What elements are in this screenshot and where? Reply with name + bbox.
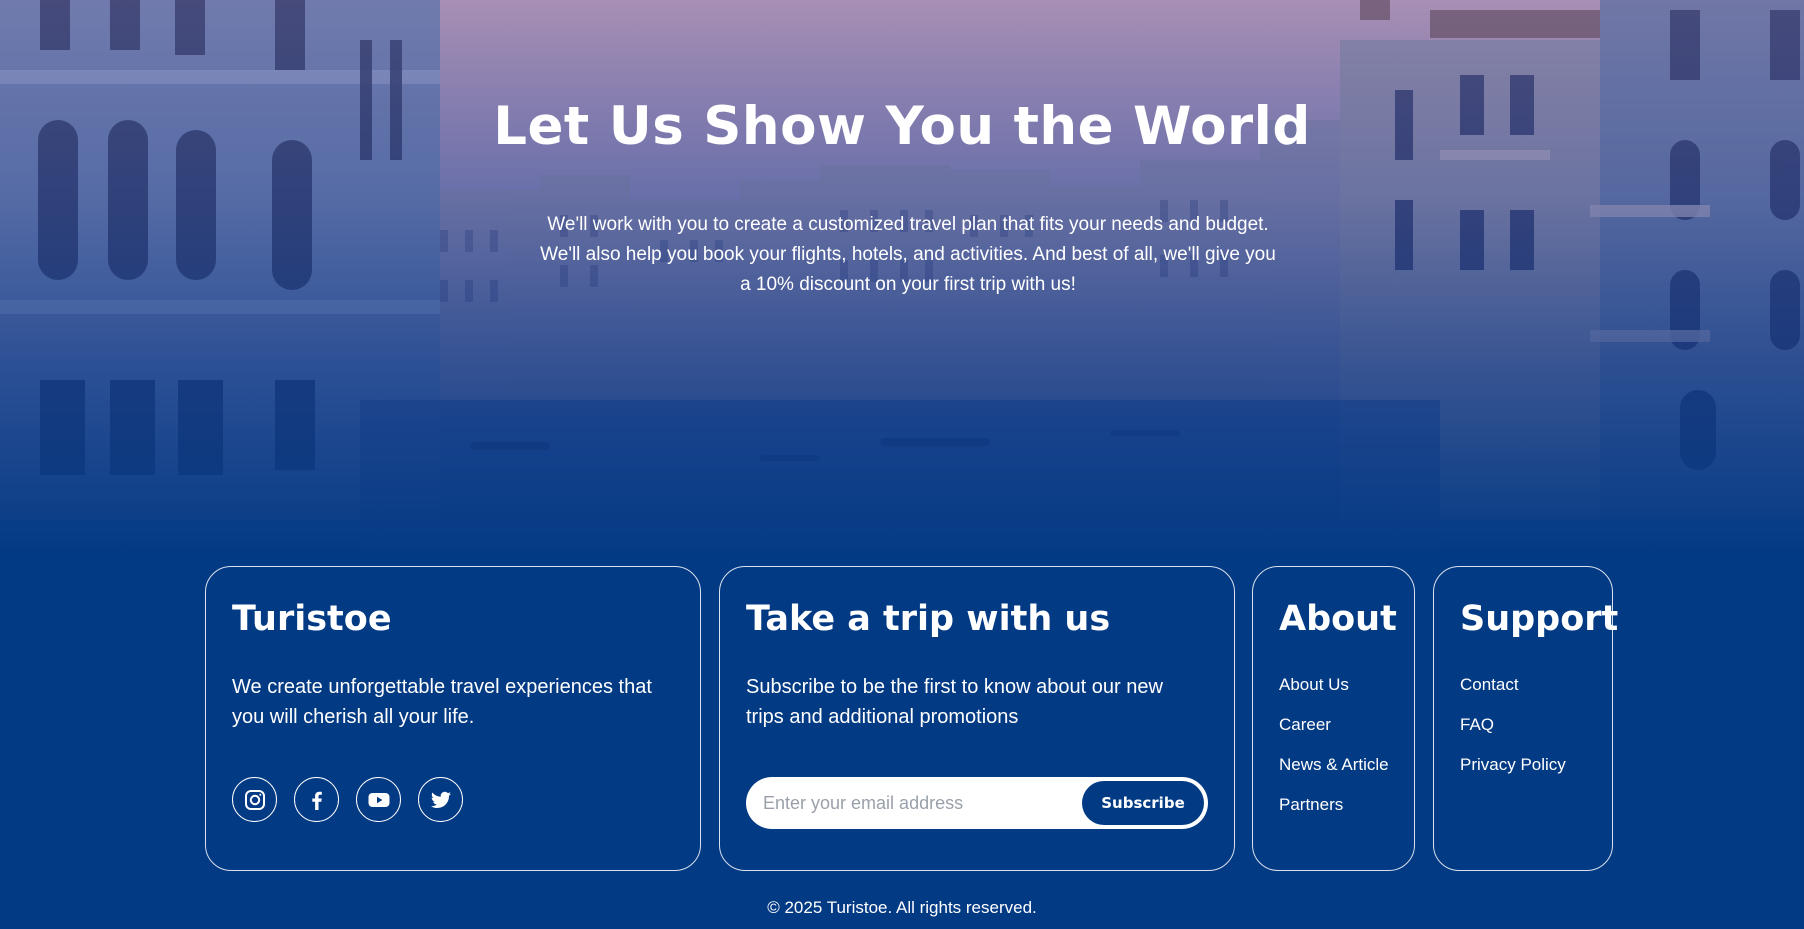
subscribe-description: Subscribe to be the first to know about …: [746, 676, 1163, 728]
hero-description: We'll work with you to create a customiz…: [540, 214, 1276, 295]
brand-card: Turistoe We create unforgettable travel …: [205, 566, 701, 871]
twitter-link[interactable]: [418, 777, 463, 822]
twitter-icon: [429, 788, 453, 812]
subscribe-card: Take a trip with us Subscribe to be the …: [719, 566, 1235, 871]
partners-link[interactable]: Partners: [1279, 792, 1389, 818]
instagram-link[interactable]: [232, 777, 277, 822]
career-link[interactable]: Career: [1279, 712, 1389, 738]
about-card: About About Us Career News & Article Par…: [1252, 566, 1415, 871]
about-title: About: [1279, 599, 1397, 639]
youtube-link[interactable]: [356, 777, 401, 822]
support-card: Support Contact FAQ Privacy Policy: [1433, 566, 1618, 871]
brand-description: We create unforgettable travel experienc…: [232, 676, 652, 728]
facebook-icon: [305, 788, 329, 812]
about-links: About Us Career News & Article Partners: [1279, 672, 1389, 832]
social-links: [232, 777, 463, 822]
support-links: Contact FAQ Privacy Policy: [1460, 672, 1566, 792]
subscribe-form: Subscribe: [746, 777, 1208, 829]
contact-link[interactable]: Contact: [1460, 672, 1566, 698]
support-title: Support: [1460, 599, 1619, 639]
email-input[interactable]: [746, 777, 1076, 829]
youtube-icon: [367, 788, 391, 812]
privacy-policy-link[interactable]: Privacy Policy: [1460, 752, 1566, 778]
about-us-link[interactable]: About Us: [1279, 672, 1389, 698]
copyright-text: © 2025 Turistoe. All rights reserved.: [767, 898, 1037, 917]
hero-section: Let Us Show You the World We'll work wit…: [0, 0, 1804, 560]
subscribe-button[interactable]: Subscribe: [1082, 781, 1204, 825]
brand-name: Turistoe: [232, 599, 392, 639]
faq-link[interactable]: FAQ: [1460, 712, 1566, 738]
hero-title: Let Us Show You the World: [493, 96, 1311, 157]
facebook-link[interactable]: [294, 777, 339, 822]
subscribe-title: Take a trip with us: [746, 599, 1111, 639]
instagram-icon: [243, 788, 267, 812]
news-article-link[interactable]: News & Article: [1279, 752, 1389, 778]
